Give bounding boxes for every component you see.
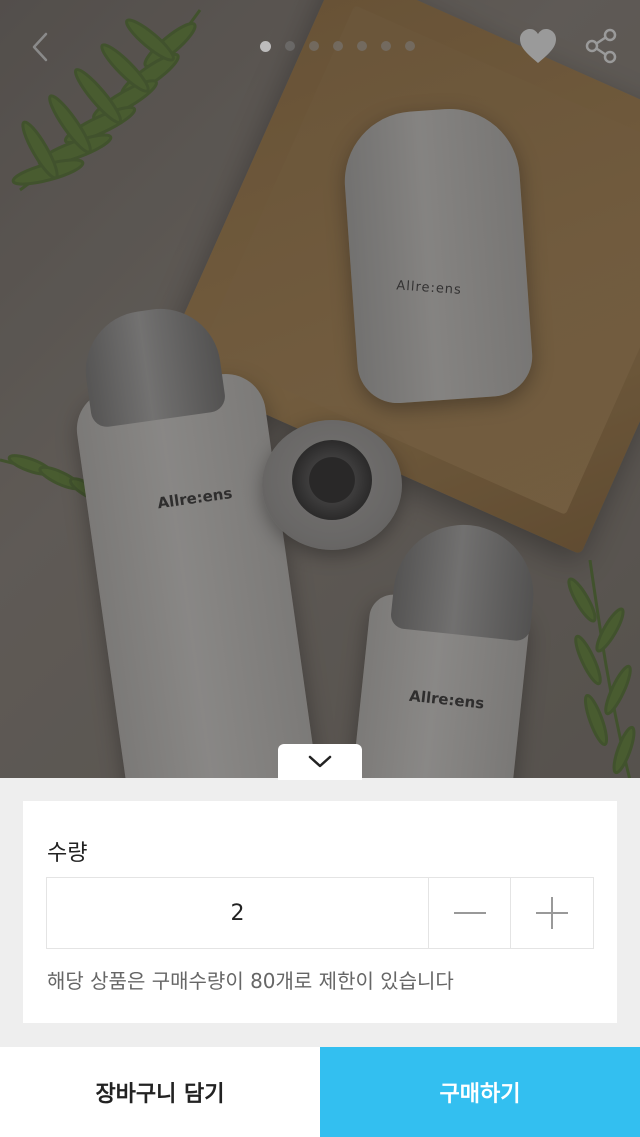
plus-icon [536, 897, 568, 929]
pager-dot[interactable] [381, 41, 391, 51]
image-pager [260, 40, 415, 52]
buy-now-button[interactable]: 구매하기 [320, 1047, 640, 1137]
chevron-down-icon [308, 755, 332, 768]
top-bar [0, 0, 640, 96]
pager-dot[interactable] [357, 41, 367, 51]
heart-icon[interactable] [518, 28, 558, 66]
pager-dot[interactable] [285, 41, 295, 51]
minus-icon [453, 912, 486, 914]
product-image[interactable]: Allre:ens Allre:ens Allre:ens [0, 0, 640, 778]
quantity-label: 수량 [47, 841, 88, 866]
increase-quantity-button[interactable] [511, 878, 593, 948]
bottom-action-bar: 장바구니 담기 구매하기 [0, 1047, 640, 1137]
quantity-card: 수량 2 해당 상품은 구매수량이 80개로 제한이 있습니다 [23, 801, 617, 1023]
dim-overlay[interactable] [0, 0, 640, 778]
quantity-input[interactable]: 2 [47, 878, 429, 948]
pager-dot[interactable] [405, 41, 415, 51]
share-icon[interactable] [584, 28, 618, 64]
pager-dot[interactable] [260, 40, 271, 52]
decrease-quantity-button[interactable] [429, 878, 511, 948]
pager-dot[interactable] [333, 41, 343, 51]
collapse-panel-button[interactable] [278, 744, 362, 780]
chevron-left-icon[interactable] [26, 30, 56, 64]
purchase-limit-note: 해당 상품은 구매수량이 80개로 제한이 있습니다 [47, 969, 454, 993]
pager-dot[interactable] [309, 41, 319, 51]
quantity-stepper: 2 [46, 877, 594, 949]
add-to-cart-button[interactable]: 장바구니 담기 [0, 1047, 320, 1137]
